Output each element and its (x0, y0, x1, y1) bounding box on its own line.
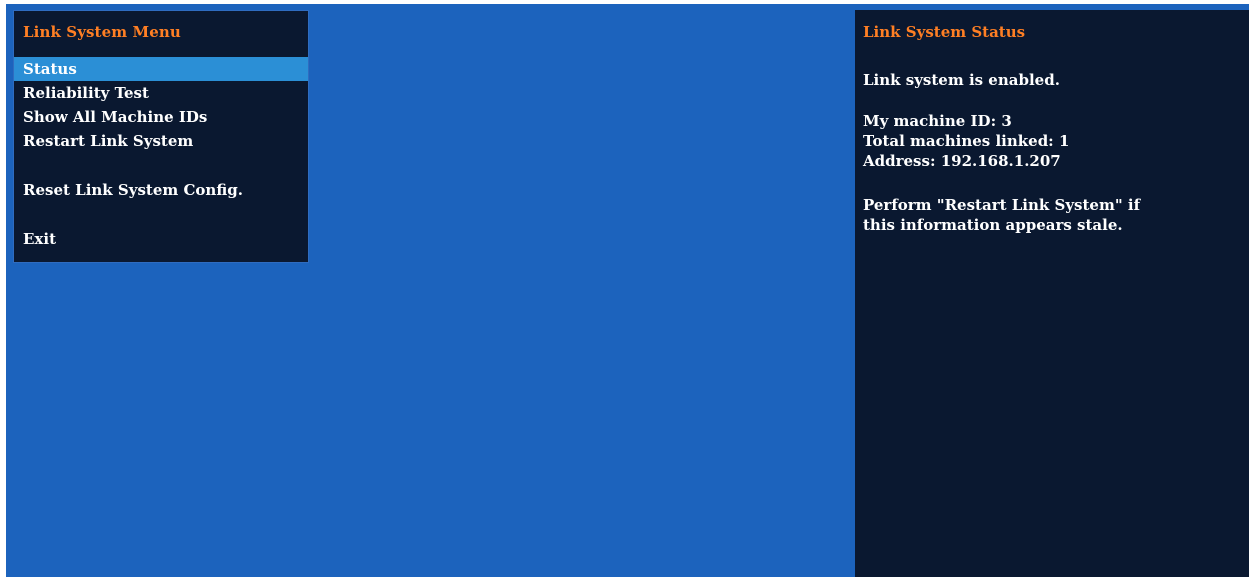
status-title: Link System Status (863, 23, 1026, 41)
menu-item-reset-link-system-config[interactable]: Reset Link System Config. (14, 178, 308, 202)
menu-spacer (14, 153, 308, 178)
menu-item-restart-link-system[interactable]: Restart Link System (14, 129, 308, 153)
menu-list: Status Reliability Test Show All Machine… (14, 57, 308, 251)
link-system-menu-panel: Link System Menu Status Reliability Test… (13, 10, 309, 263)
menu-item-reliability-test[interactable]: Reliability Test (14, 81, 308, 105)
status-hint-line-1: Perform "Restart Link System" if (863, 196, 1141, 214)
menu-spacer (14, 202, 308, 227)
status-enabled-text: Link system is enabled. (863, 71, 1060, 89)
menu-title: Link System Menu (23, 23, 181, 41)
status-address: Address: 192.168.1.207 (863, 152, 1061, 170)
status-machine-id: My machine ID: 3 (863, 112, 1012, 130)
menu-item-show-all-machine-ids[interactable]: Show All Machine IDs (14, 105, 308, 129)
screen-background: Link System Menu Status Reliability Test… (6, 4, 1249, 577)
menu-item-exit[interactable]: Exit (14, 227, 308, 251)
status-total-machines-linked: Total machines linked: 1 (863, 132, 1070, 150)
link-system-status-panel: Link System Status Link system is enable… (855, 10, 1249, 577)
status-hint-line-2: this information appears stale. (863, 216, 1123, 234)
menu-item-status[interactable]: Status (14, 57, 308, 81)
